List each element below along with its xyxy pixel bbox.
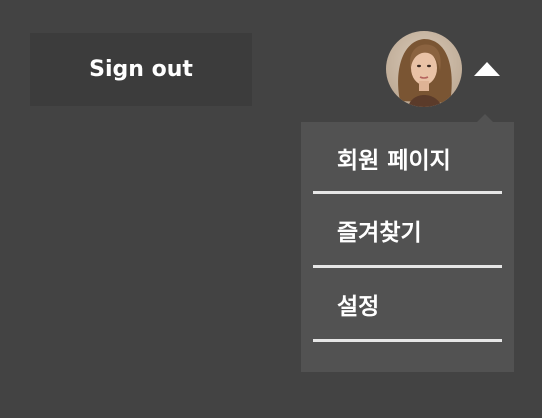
sign-out-button[interactable]: Sign out: [30, 33, 252, 106]
caret-up-icon[interactable]: [474, 62, 500, 76]
menu-item-member-page[interactable]: 회원 페이지: [313, 122, 502, 194]
menu-item-favorites[interactable]: 즐겨찾기: [313, 194, 502, 268]
user-avatar[interactable]: [386, 31, 462, 107]
avatar-photo-icon: [386, 31, 462, 107]
menu-item-settings[interactable]: 설정: [313, 268, 502, 342]
dropdown-menu: 회원 페이지 즐겨찾기 설정: [301, 122, 514, 372]
